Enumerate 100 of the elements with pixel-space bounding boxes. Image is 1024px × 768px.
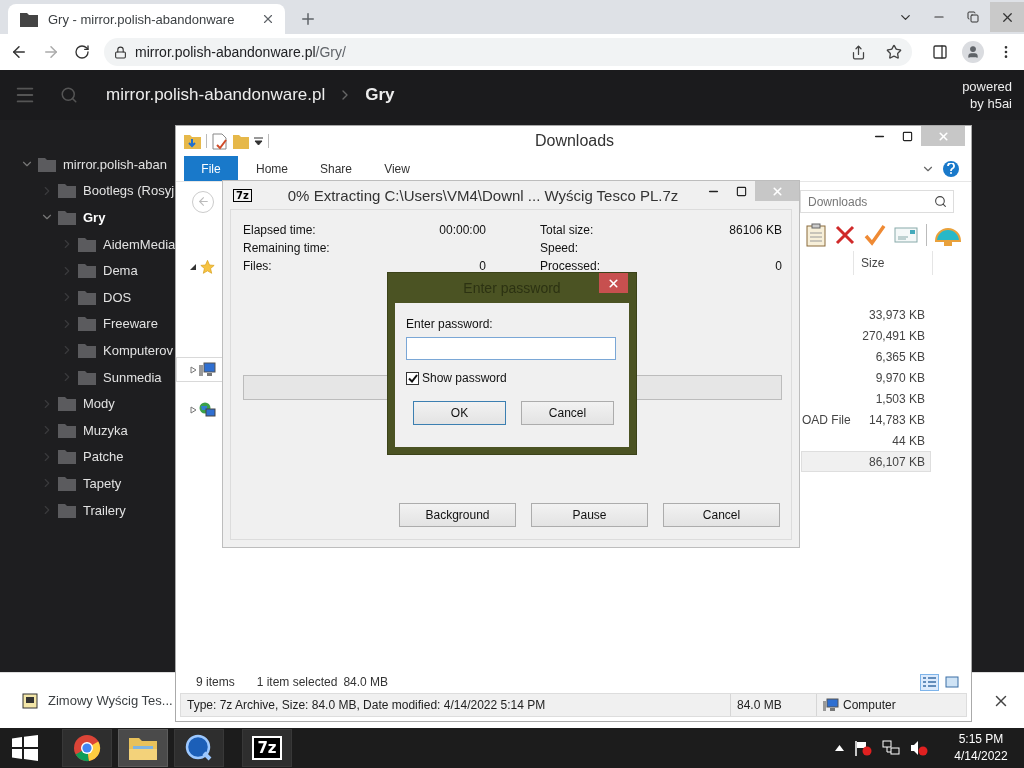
star-icon[interactable] — [886, 44, 902, 60]
tree-item[interactable]: Patche — [83, 449, 124, 465]
tree-item[interactable]: DOS — [103, 289, 132, 305]
windows-logo-icon[interactable] — [12, 735, 38, 761]
document-icon[interactable] — [212, 132, 228, 150]
expanded-triangle-icon[interactable] — [190, 263, 197, 271]
stat-value: 0 — [775, 259, 782, 273]
download-item[interactable]: Zimowy Wyścig Tes... — [48, 693, 173, 708]
folder-icon — [78, 289, 96, 305]
muted-speaker-icon[interactable] — [910, 740, 928, 756]
ribbon-tab[interactable]: Home — [242, 156, 302, 181]
window-title: Downloads — [534, 132, 615, 150]
network-icon[interactable] — [882, 740, 900, 756]
checkbox[interactable] — [406, 371, 419, 385]
archive-app-icon: 7z — [252, 736, 282, 760]
file-row[interactable]: 6,365 KB — [801, 346, 931, 367]
search-icon[interactable] — [934, 195, 947, 208]
tree-item[interactable]: Freeware — [103, 316, 158, 332]
flag-icon[interactable] — [854, 740, 872, 756]
column-header[interactable]: Size — [853, 251, 933, 275]
password-field[interactable] — [406, 337, 616, 360]
lock-icon — [114, 45, 127, 59]
dialog-button[interactable]: OK — [413, 401, 506, 425]
back-icon[interactable] — [10, 43, 28, 61]
tree-item[interactable]: Sunmedia — [103, 369, 162, 385]
folder-icon — [58, 449, 76, 465]
collapsed-triangle-icon[interactable] — [190, 406, 197, 414]
folder-icon — [20, 11, 38, 27]
size-cell: 9,970 KB — [875, 370, 925, 385]
dropdown-caret-icon[interactable] — [254, 136, 263, 146]
tree-item[interactable]: Tapety — [83, 475, 122, 491]
size-cell: 14,783 KB — [868, 412, 925, 427]
close-button[interactable] — [599, 273, 628, 293]
quicktime-icon — [185, 734, 213, 762]
folder-icon — [78, 369, 96, 385]
stat-label: Processed: — [540, 259, 601, 273]
taskbar-app[interactable] — [174, 729, 224, 767]
tree-item[interactable]: Komputerov — [103, 342, 174, 358]
tree-item[interactable]: mirror.polish-aban — [63, 156, 168, 172]
stat-label: Elapsed time: — [243, 223, 316, 237]
collapsed-triangle-icon[interactable] — [190, 365, 197, 374]
stat-label: Remaining time: — [243, 241, 330, 255]
clock[interactable]: 5:15 PM 4/14/2022 — [946, 731, 1016, 765]
help-icon[interactable] — [943, 160, 959, 177]
breadcrumb-link[interactable]: Gry — [365, 85, 395, 105]
tree-item[interactable]: Gry — [83, 210, 106, 225]
taskbar-app[interactable] — [62, 729, 112, 767]
tree-item[interactable]: Trailery — [83, 502, 126, 518]
search-field[interactable]: Downloads — [800, 190, 954, 213]
close-icon[interactable] — [607, 276, 620, 290]
address-bar[interactable]: mirror.polish-abandonware.pl/Gry/ — [104, 38, 912, 66]
forward-icon[interactable] — [42, 43, 60, 61]
nav-pane-item[interactable] — [176, 357, 223, 382]
ribbon-tab[interactable]: Share — [306, 156, 367, 181]
dialog-button[interactable]: Pause — [531, 503, 648, 527]
file-row[interactable]: 44 KB — [801, 430, 931, 451]
delete-icon[interactable] — [834, 224, 856, 246]
taskbar-app[interactable] — [118, 729, 168, 767]
reload-icon[interactable] — [74, 44, 90, 60]
thumbnail-view-icon[interactable] — [942, 673, 961, 691]
checkmark-icon[interactable] — [864, 224, 886, 246]
taskbar-app[interactable]: 7z — [242, 729, 292, 767]
clipboard-icon[interactable] — [806, 223, 826, 247]
close-icon[interactable] — [261, 12, 275, 26]
ribbon-tab[interactable]: File — [184, 156, 238, 181]
search-input[interactable]: Downloads — [806, 193, 934, 210]
file-row[interactable]: 86,107 KB — [801, 451, 931, 472]
tree-item[interactable]: Muzyka — [83, 422, 128, 438]
side-panel-icon[interactable] — [932, 44, 948, 60]
dialog-button[interactable]: Cancel — [521, 401, 614, 425]
share-icon[interactable] — [851, 44, 866, 60]
folder-icon — [58, 422, 76, 438]
checkbox-label: Show password — [422, 371, 507, 385]
browser-tab[interactable]: Gry - mirror.polish-abandonware — [8, 4, 285, 34]
dialog-button[interactable]: Cancel — [663, 503, 780, 527]
ribbon-tab[interactable]: View — [370, 156, 425, 181]
tree-item[interactable]: Mody — [83, 396, 115, 412]
folder-download-icon[interactable] — [184, 132, 201, 150]
profile-icon[interactable] — [962, 41, 984, 63]
file-row[interactable]: 1,503 KB — [801, 388, 931, 409]
file-row[interactable]: 33,973 KB — [801, 304, 931, 325]
stat-label: Files: — [243, 259, 272, 273]
tree-item[interactable]: AidemMedia — [103, 236, 176, 252]
breadcrumb-link[interactable]: mirror.polish-abandonware.pl — [106, 85, 326, 105]
tree-item[interactable]: Bootlegs (Rosyj — [83, 183, 175, 199]
tray-arrow-icon[interactable] — [835, 745, 844, 751]
size-cell: 1,503 KB — [875, 391, 925, 406]
dialog-button[interactable]: Background — [399, 503, 516, 527]
stat-value: 0 — [479, 259, 486, 273]
tree-item[interactable]: Dema — [103, 263, 138, 279]
folder-icon — [78, 316, 96, 332]
new-tab-icon[interactable] — [299, 10, 317, 28]
item-count: 9 items — [196, 675, 235, 689]
file-row[interactable]: 9,970 KB — [801, 367, 931, 388]
show-password-checkbox[interactable]: Show password — [406, 371, 618, 385]
file-row[interactable]: OAD File 14,783 KB — [801, 409, 931, 430]
size-cell: 6,365 KB — [875, 349, 925, 364]
file-row[interactable]: 270,491 KB — [801, 325, 931, 346]
card-icon[interactable] — [894, 227, 918, 243]
details-view-icon[interactable] — [920, 673, 939, 691]
